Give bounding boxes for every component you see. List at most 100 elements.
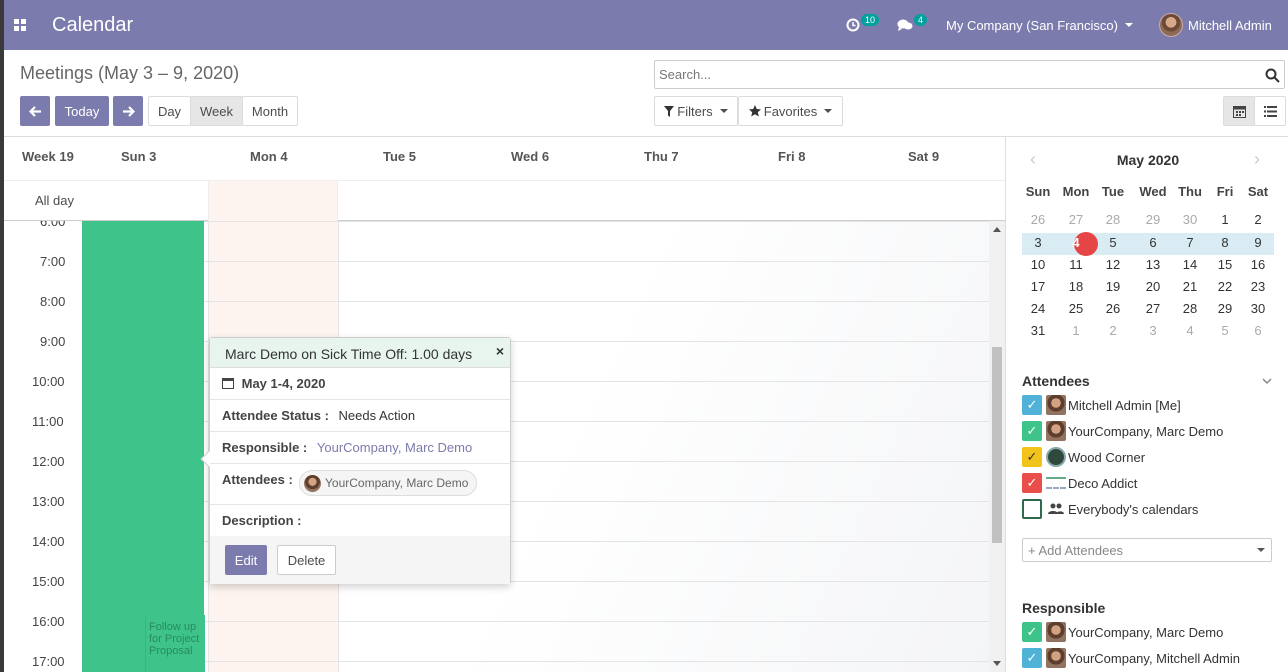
mini-calendar-day[interactable]: 23 [1240, 279, 1276, 294]
mini-calendar-day[interactable]: 1 [1207, 212, 1243, 227]
filters-button[interactable]: Filters [654, 96, 738, 126]
next-button[interactable] [113, 96, 143, 126]
mini-calendar-day[interactable]: 5 [1095, 235, 1131, 250]
mini-calendar-day[interactable]: 21 [1172, 279, 1208, 294]
mini-calendar-day[interactable]: 2 [1095, 323, 1131, 338]
attendees-title: Attendees [1022, 373, 1090, 389]
attendee-chip[interactable]: YourCompany, Marc Demo [299, 470, 478, 496]
attendee-filter-label[interactable]: Mitchell Admin [Me] [1068, 398, 1181, 413]
mini-calendar-day[interactable]: 6 [1240, 323, 1276, 338]
grid-scrollbar[interactable] [989, 221, 1005, 672]
mini-calendar-day[interactable]: 25 [1058, 301, 1094, 316]
delete-button[interactable]: Delete [277, 545, 336, 575]
responsible-checkbox[interactable]: ✓ [1022, 648, 1042, 668]
apps-menu-icon[interactable] [14, 19, 26, 31]
mini-calendar-day[interactable]: 9 [1240, 235, 1276, 250]
responsible-filter-label[interactable]: YourCompany, Mitchell Admin [1068, 651, 1240, 666]
mini-calendar-day[interactable]: 22 [1207, 279, 1243, 294]
mini-calendar-day[interactable]: 14 [1172, 257, 1208, 272]
mini-calendar-day[interactable]: 16 [1240, 257, 1276, 272]
mini-calendar-day[interactable]: 7 [1172, 235, 1208, 250]
mini-calendar-day[interactable]: 4 [1058, 235, 1094, 250]
mini-calendar-day[interactable]: 27 [1135, 301, 1171, 316]
mini-calendar-day[interactable]: 17 [1020, 279, 1056, 294]
attendee-checkbox[interactable]: ✓ [1022, 473, 1042, 493]
mini-calendar-day[interactable]: 5 [1207, 323, 1243, 338]
mini-calendar-day[interactable]: 4 [1172, 323, 1208, 338]
mini-calendar-day[interactable]: 28 [1095, 212, 1131, 227]
add-attendees-input[interactable]: + Add Attendees [1022, 538, 1272, 562]
day-header[interactable]: Fri 8 [778, 149, 805, 164]
user-menu[interactable]: Mitchell Admin [1159, 0, 1272, 50]
attendee-checkbox[interactable]: ✓ [1022, 421, 1042, 441]
search-bar [654, 60, 1285, 89]
close-icon[interactable]: × [496, 343, 504, 359]
responsible-link[interactable]: YourCompany, Marc Demo [317, 440, 472, 455]
mini-calendar-day[interactable]: 8 [1207, 235, 1243, 250]
mini-calendar-day[interactable]: 24 [1020, 301, 1056, 316]
mini-calendar-day[interactable]: 28 [1172, 301, 1208, 316]
mini-calendar-day[interactable]: 26 [1020, 212, 1056, 227]
mini-calendar-day[interactable]: 30 [1240, 301, 1276, 316]
mini-calendar-day[interactable]: 19 [1095, 279, 1131, 294]
mini-calendar-day[interactable]: 20 [1135, 279, 1171, 294]
calendar-view-switch[interactable] [1223, 96, 1255, 126]
mini-calendar-day[interactable]: 2 [1240, 212, 1276, 227]
day-header[interactable]: Tue 5 [383, 149, 416, 164]
mini-calendar-day[interactable]: 11 [1058, 257, 1094, 272]
search-input[interactable] [655, 61, 1245, 88]
day-header[interactable]: Wed 6 [511, 149, 549, 164]
attendee-filter-label[interactable]: Everybody's calendars [1068, 502, 1198, 517]
messages-menu[interactable]: 4 [897, 0, 928, 50]
mini-calendar-day[interactable]: 30 [1172, 212, 1208, 227]
calendar-event-sick-time-off[interactable] [82, 221, 204, 672]
scroll-up-arrow-icon[interactable] [993, 227, 1001, 232]
responsible-checkbox[interactable]: ✓ [1022, 622, 1042, 642]
mini-calendar-day[interactable]: 18 [1058, 279, 1094, 294]
mini-calendar-day[interactable]: 3 [1020, 235, 1056, 250]
day-header[interactable]: Sun 3 [121, 149, 156, 164]
list-view-switch[interactable] [1254, 96, 1286, 126]
mini-calendar-day[interactable]: 1 [1058, 323, 1094, 338]
company-switcher[interactable]: My Company (San Francisco) [946, 0, 1133, 50]
attendee-checkbox[interactable] [1022, 499, 1042, 519]
attendee-checkbox[interactable]: ✓ [1022, 395, 1042, 415]
responsible-filter-label[interactable]: YourCompany, Marc Demo [1068, 625, 1223, 640]
scroll-down-arrow-icon[interactable] [993, 661, 1001, 666]
attendee-filter-label[interactable]: YourCompany, Marc Demo [1068, 424, 1223, 439]
attendee-filter-label[interactable]: Deco Addict [1068, 476, 1137, 491]
mini-calendar-day[interactable]: 27 [1058, 212, 1094, 227]
day-header[interactable]: Thu 7 [644, 149, 679, 164]
chevron-down-icon[interactable] [1262, 378, 1272, 385]
mini-calendar-day[interactable]: 3 [1135, 323, 1171, 338]
edit-button[interactable]: Edit [225, 545, 267, 575]
previous-button[interactable] [20, 96, 50, 126]
week-view-button[interactable]: Week [190, 96, 243, 126]
month-view-button[interactable]: Month [242, 96, 298, 126]
mini-calendar-day[interactable]: 29 [1207, 301, 1243, 316]
mini-calendar-day[interactable]: 10 [1020, 257, 1056, 272]
mini-calendar-day[interactable]: 29 [1135, 212, 1171, 227]
attendee-checkbox[interactable]: ✓ [1022, 447, 1042, 467]
day-header[interactable]: Sat 9 [908, 149, 939, 164]
mini-calendar-day[interactable]: 15 [1207, 257, 1243, 272]
all-day-row[interactable]: All day [4, 181, 1005, 221]
attendee-filter-label[interactable]: Wood Corner [1068, 450, 1145, 465]
scrollbar-thumb[interactable] [992, 347, 1002, 543]
responsible-title: Responsible [1022, 600, 1106, 616]
chevron-right-icon[interactable]: › [1254, 149, 1260, 170]
calendar-event-follow-up[interactable]: Follow up for Project Proposal [145, 615, 205, 672]
mini-calendar-day[interactable]: 26 [1095, 301, 1131, 316]
today-button[interactable]: Today [55, 96, 109, 126]
day-view-button[interactable]: Day [148, 96, 191, 126]
event-date: May 1-4, 2020 [241, 376, 326, 391]
favorites-button[interactable]: Favorites [738, 96, 843, 126]
activity-menu[interactable]: 10 [846, 0, 880, 50]
today-all-day-cell[interactable] [208, 181, 338, 221]
mini-calendar-day[interactable]: 31 [1020, 323, 1056, 338]
mini-calendar-day[interactable]: 6 [1135, 235, 1171, 250]
mini-calendar-day[interactable]: 12 [1095, 257, 1131, 272]
day-header[interactable]: Mon 4 [250, 149, 288, 164]
search-icon[interactable] [1265, 68, 1280, 83]
mini-calendar-day[interactable]: 13 [1135, 257, 1171, 272]
